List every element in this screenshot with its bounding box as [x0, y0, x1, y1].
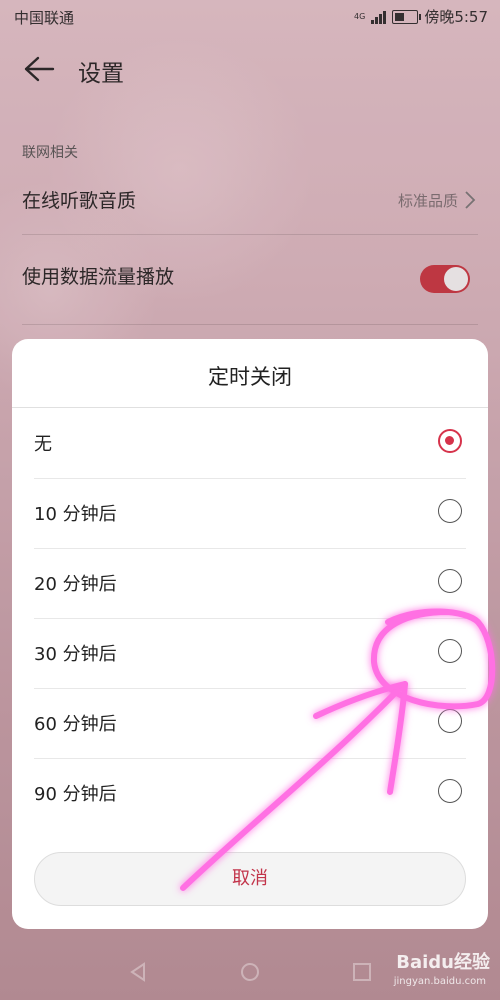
nav-back-icon[interactable]	[128, 962, 148, 982]
timer-option-30[interactable]: 30 分钟后	[34, 618, 466, 689]
radio-button[interactable]	[438, 499, 462, 523]
sleep-timer-dialog: 定时关闭 无 10 分钟后 20 分钟后 30 分钟后 60 分钟后 90 分钟…	[12, 339, 488, 929]
dialog-title: 定时关闭	[208, 365, 292, 389]
option-label: 10 分钟后	[34, 504, 117, 525]
option-label: 60 分钟后	[34, 714, 117, 735]
cancel-button[interactable]: 取消	[34, 852, 466, 906]
option-label: 30 分钟后	[34, 644, 117, 665]
radio-button[interactable]	[438, 569, 462, 593]
radio-button[interactable]	[438, 429, 462, 453]
option-label: 20 分钟后	[34, 574, 117, 595]
timer-option-90[interactable]: 90 分钟后	[34, 758, 466, 828]
timer-option-none[interactable]: 无	[34, 408, 466, 479]
timer-option-60[interactable]: 60 分钟后	[34, 688, 466, 759]
option-label: 90 分钟后	[34, 784, 117, 805]
watermark-brand: Baidu经验	[396, 952, 490, 973]
radio-button[interactable]	[438, 709, 462, 733]
radio-button[interactable]	[438, 639, 462, 663]
option-label: 无	[34, 434, 52, 455]
timer-option-10[interactable]: 10 分钟后	[34, 478, 466, 549]
timer-option-20[interactable]: 20 分钟后	[34, 548, 466, 619]
nav-recents-icon[interactable]	[352, 962, 372, 982]
nav-home-icon[interactable]	[240, 962, 260, 982]
watermark-url: jingyan.baidu.com	[393, 976, 486, 987]
radio-button[interactable]	[438, 779, 462, 803]
